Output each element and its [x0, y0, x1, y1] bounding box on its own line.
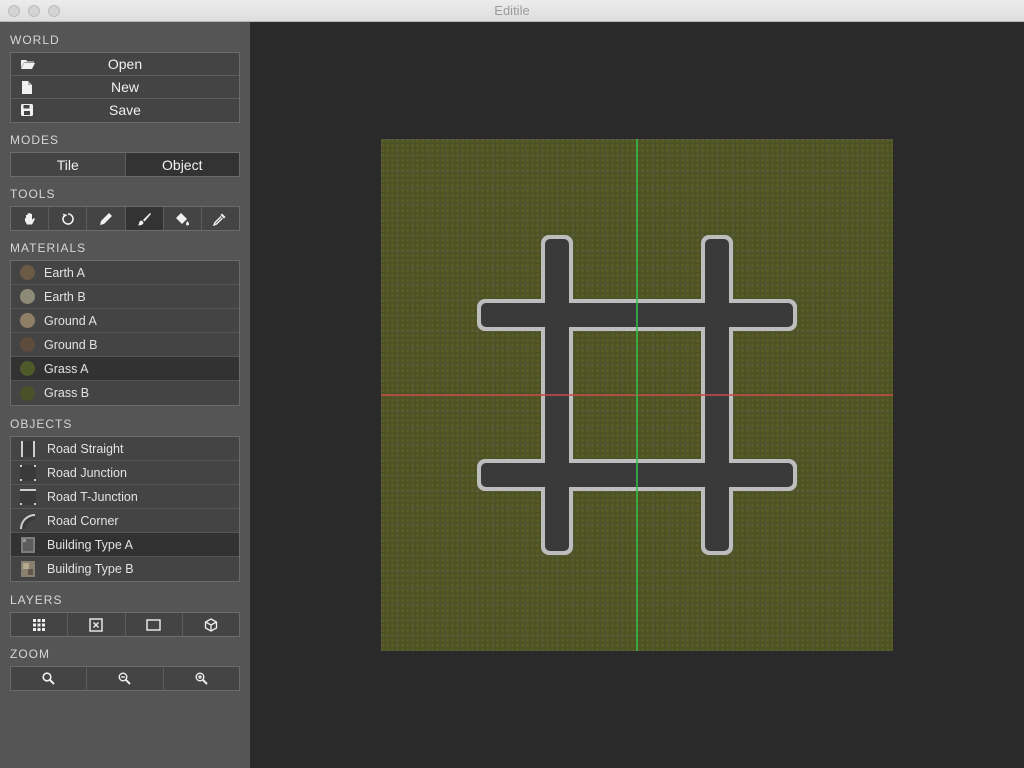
object-label: Road Corner [47, 513, 119, 528]
file-icon [21, 81, 33, 94]
hand-icon [24, 212, 35, 224]
ground-b-swatch [20, 337, 35, 352]
open-button-label: Open [107, 56, 143, 72]
layers-section-title: LAYERS [10, 593, 63, 607]
brush-tool-button[interactable] [125, 207, 164, 230]
materials-section-title: MATERIALS [10, 241, 87, 255]
save-button-label: Save [109, 102, 141, 118]
object-road-corner[interactable]: Road Corner [11, 509, 239, 533]
road-corner-icon [19, 513, 37, 529]
objects-section-title: OBJECTS [10, 417, 73, 431]
grid-layer-button[interactable] [11, 613, 69, 636]
material-earth-b[interactable]: Earth B [11, 285, 239, 309]
tools-section-title: TOOLS [10, 187, 56, 201]
ground-a-swatch [20, 313, 35, 328]
material-label: Grass B [44, 386, 90, 400]
eyedropper-tool-button[interactable] [201, 207, 240, 230]
bounds-layer-button[interactable] [125, 613, 183, 636]
bounds-layer-icon [146, 618, 161, 631]
building-b-icon [19, 561, 37, 577]
rotate-icon [61, 212, 74, 225]
zoom-reset-button[interactable] [11, 667, 88, 690]
zoom-in-button[interactable] [163, 667, 239, 690]
material-label: Earth B [44, 289, 86, 304]
map-render [381, 139, 893, 651]
world-section-title: WORLD [10, 33, 60, 47]
new-button-label: New [110, 79, 139, 95]
material-earth-a[interactable]: Earth A [11, 261, 239, 285]
material-grass-b[interactable]: Grass B [11, 381, 239, 405]
window-title: Editile [494, 3, 530, 18]
road-t-junction-icon [19, 488, 37, 505]
fill-tool-button[interactable] [163, 207, 202, 230]
object-building-type-a[interactable]: Building Type A [11, 533, 239, 557]
editor-viewport[interactable] [250, 22, 1024, 768]
grass-a-swatch [20, 361, 35, 376]
window-titlebar: Editile [0, 0, 1024, 22]
folder-icon [21, 58, 35, 70]
object-label: Building Type B [47, 562, 134, 576]
zoom-out-icon [118, 672, 132, 685]
pencil-icon [99, 212, 112, 225]
earth-a-swatch [20, 265, 35, 280]
sidebar: WORLD Open New Save MODES Tile Object TO… [0, 22, 250, 768]
tile-map[interactable] [381, 139, 893, 651]
material-label: Ground A [44, 313, 97, 328]
object-layer-button[interactable] [68, 613, 126, 636]
modes-panel: Tile Object [10, 152, 240, 177]
modes-section-title: MODES [10, 133, 60, 147]
pencil-tool-button[interactable] [87, 207, 126, 230]
brush-icon [137, 212, 152, 225]
zoom-section-title: ZOOM [10, 647, 50, 661]
tools-panel [10, 206, 240, 231]
object-label: Road T-Junction [47, 489, 138, 504]
new-button[interactable]: New [11, 76, 239, 99]
object-road-junction[interactable]: Road Junction [11, 461, 239, 485]
grass-b-swatch [20, 385, 35, 401]
material-ground-a[interactable]: Ground A [11, 309, 239, 333]
objects-list: Road Straight Road Junction Road T-Junct… [10, 436, 240, 582]
road-junction-icon [19, 464, 37, 481]
zoom-reset-icon [42, 672, 55, 685]
rotate-tool-button[interactable] [49, 207, 88, 230]
object-label: Building Type A [47, 537, 133, 552]
object-road-straight[interactable]: Road Straight [11, 437, 239, 461]
building-a-icon [19, 536, 37, 553]
open-button[interactable]: Open [11, 53, 239, 76]
material-label: Earth A [44, 265, 85, 280]
road-straight-icon [19, 440, 37, 457]
object-layer-icon [89, 617, 104, 632]
eyedropper-icon [213, 213, 226, 226]
world-panel: Open New Save [10, 52, 240, 123]
3d-layer-icon [204, 617, 218, 632]
grid-layer-icon [33, 618, 46, 631]
object-building-type-b[interactable]: Building Type B [11, 557, 239, 581]
save-button[interactable]: Save [11, 99, 239, 122]
object-road-t-junction[interactable]: Road T-Junction [11, 485, 239, 509]
pan-tool-button[interactable] [11, 207, 50, 230]
object-label: Road Junction [47, 465, 127, 480]
earth-b-swatch [20, 289, 35, 304]
material-label: Grass A [44, 361, 89, 376]
material-label: Ground B [44, 337, 98, 352]
tile-mode-button[interactable]: Tile [11, 153, 126, 176]
paint-bucket-icon [175, 212, 189, 225]
zoom-panel [10, 666, 240, 691]
floppy-disk-icon [21, 104, 33, 116]
zoom-in-icon [195, 672, 208, 685]
layers-panel [10, 612, 240, 637]
material-grass-a[interactable]: Grass A [11, 357, 239, 381]
material-ground-b[interactable]: Ground B [11, 333, 239, 357]
materials-list: Earth A Earth B Ground A Ground B Grass … [10, 260, 240, 406]
object-label: Road Straight [47, 441, 124, 456]
object-mode-button[interactable]: Object [125, 153, 239, 176]
3d-layer-button[interactable] [182, 613, 239, 636]
zoom-out-button[interactable] [87, 667, 164, 690]
